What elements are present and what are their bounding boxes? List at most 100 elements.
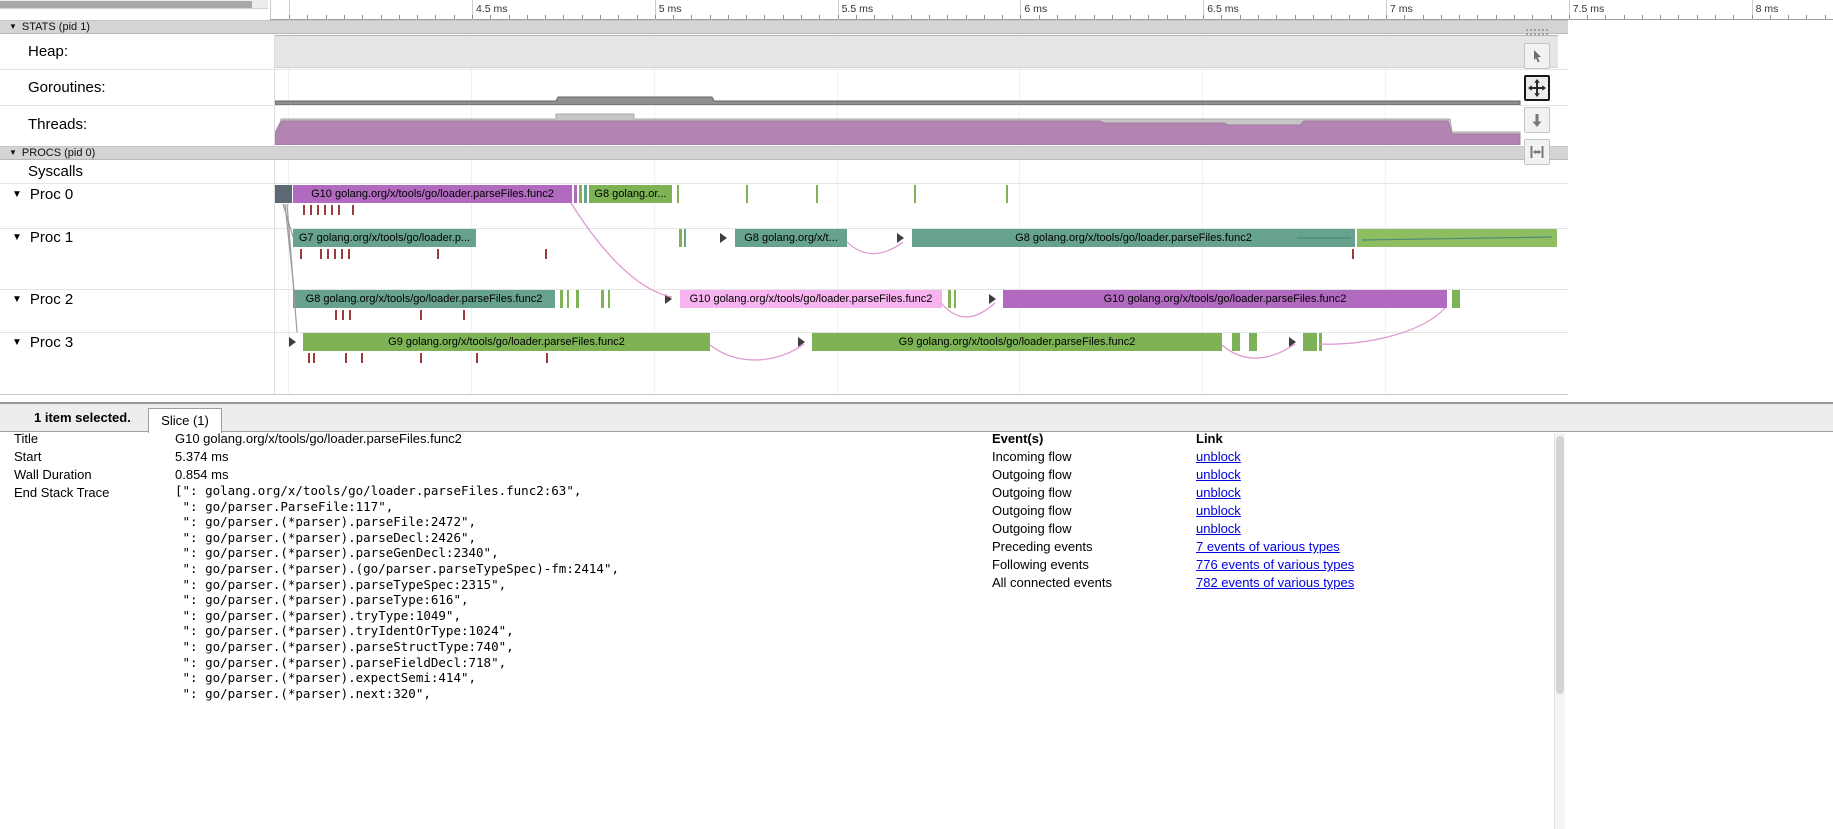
instant-event-tick[interactable]	[420, 353, 422, 363]
trace-slice[interactable]: G9 golang.org/x/tools/go/loader.parseFil…	[812, 333, 1222, 351]
trace-slice[interactable]: G8 golang.org/x/tools/go/loader.parseFil…	[912, 229, 1355, 247]
collapse-triangle-icon[interactable]: ▼	[12, 190, 22, 200]
ruler-minor-tick	[1624, 15, 1625, 19]
ruler-minor-tick	[1605, 15, 1606, 19]
instant-event-tick[interactable]	[361, 353, 363, 363]
trace-slice[interactable]	[574, 185, 577, 203]
trace-slice[interactable]: G10 golang.org/x/tools/go/loader.parseFi…	[1003, 290, 1447, 308]
ruler-minor-tick	[417, 15, 418, 19]
trace-slice[interactable]	[608, 290, 610, 308]
trace-slice[interactable]	[677, 185, 679, 203]
instant-event-tick[interactable]	[317, 205, 319, 215]
instant-event-tick[interactable]	[420, 310, 422, 320]
trace-slice[interactable]	[576, 290, 579, 308]
collapse-triangle-icon[interactable]: ▼	[9, 149, 17, 157]
trace-slice[interactable]: G9 golang.org/x/tools/go/loader.parseFil…	[303, 333, 710, 351]
trace-slice[interactable]	[1303, 333, 1317, 351]
instant-event-tick[interactable]	[308, 353, 310, 363]
trace-slice[interactable]	[1249, 333, 1257, 351]
trace-slice[interactable]	[679, 229, 682, 247]
trace-slice[interactable]	[914, 185, 916, 203]
collapse-triangle-icon[interactable]: ▼	[12, 338, 22, 348]
trace-slice[interactable]	[584, 185, 587, 203]
trace-slice[interactable]	[1232, 333, 1240, 351]
ruler-label: 5.5 ms	[842, 3, 874, 15]
stats-section-header[interactable]: ▼ STATS (pid 1)	[0, 20, 1568, 34]
ruler-label: 6 ms	[1024, 3, 1047, 15]
instant-event-tick[interactable]	[313, 353, 315, 363]
timing-tool-button[interactable]	[1524, 139, 1550, 165]
instant-event-tick[interactable]	[338, 205, 340, 215]
instant-event-tick[interactable]	[349, 310, 351, 320]
trace-slice[interactable]	[684, 229, 686, 247]
ruler-minor-tick	[1514, 15, 1515, 19]
instant-event-tick[interactable]	[476, 353, 478, 363]
trace-slice[interactable]	[1357, 229, 1557, 247]
trace-slice[interactable]	[954, 290, 956, 308]
ruler-minor-tick	[563, 15, 564, 19]
ruler-minor-tick	[490, 15, 491, 19]
instant-event-tick[interactable]	[546, 353, 548, 363]
selection-tool-button[interactable]	[1524, 43, 1550, 69]
instant-event-tick[interactable]	[320, 249, 322, 259]
trace-slice[interactable]: G8 golang.or...	[589, 185, 672, 203]
instant-event-tick[interactable]	[463, 310, 465, 320]
instant-event-tick[interactable]	[348, 249, 350, 259]
instant-event-tick[interactable]	[324, 205, 326, 215]
trace-slice[interactable]	[1006, 185, 1008, 203]
instant-event-tick[interactable]	[310, 205, 312, 215]
ruler-minor-tick	[892, 15, 893, 19]
ruler-minor-tick	[856, 15, 857, 19]
flow-arrowhead-icon	[989, 294, 996, 304]
trace-slice[interactable]	[948, 290, 951, 308]
trace-slice[interactable]	[1452, 290, 1460, 308]
pan-tool-button[interactable]	[1524, 75, 1550, 101]
ruler-minor-tick	[1002, 15, 1003, 19]
trace-slice[interactable]	[579, 185, 582, 203]
instant-event-tick[interactable]	[352, 205, 354, 215]
instant-event-tick[interactable]	[437, 249, 439, 259]
instant-event-tick[interactable]	[300, 249, 302, 259]
trace-slice[interactable]	[601, 290, 604, 308]
instant-event-tick[interactable]	[335, 310, 337, 320]
procs-section-header[interactable]: ▼ PROCS (pid 0)	[0, 146, 1568, 160]
trace-slice[interactable]	[746, 185, 748, 203]
collapse-triangle-icon[interactable]: ▼	[12, 295, 22, 305]
flow-arrowhead-icon	[720, 233, 727, 243]
collapse-triangle-icon[interactable]: ▼	[12, 233, 22, 243]
trace-slice[interactable]	[567, 290, 569, 308]
zoom-tool-button[interactable]	[1524, 107, 1550, 133]
horizontal-scrollbar-thumb[interactable]	[0, 1, 252, 8]
ruler-label: 4.5 ms	[476, 3, 508, 15]
trace-slice[interactable]: G7 golang.org/x/tools/go/loader.p...	[293, 229, 476, 247]
trace-slice[interactable]: G8 golang.org/x/t...	[735, 229, 847, 247]
instant-event-tick[interactable]	[341, 249, 343, 259]
ruler-minor-tick	[545, 15, 546, 19]
ruler-minor-tick	[1404, 15, 1405, 19]
trace-slice[interactable]: G10 golang.org/x/tools/go/loader.parseFi…	[680, 290, 942, 308]
horizontal-scrollbar[interactable]	[0, 0, 268, 9]
instant-event-tick[interactable]	[345, 353, 347, 363]
ruler-minor-tick	[509, 15, 510, 19]
trace-slice[interactable]: G8 golang.org/x/tools/go/loader.parseFil…	[293, 290, 555, 308]
trace-slice[interactable]	[816, 185, 818, 203]
instant-event-tick[interactable]	[545, 249, 547, 259]
ruler-minor-tick	[1642, 15, 1643, 19]
trace-slice[interactable]: G10 golang.org/x/tools/go/loader.parseFi…	[293, 185, 572, 203]
row-label-proc2: ▼ Proc 2	[12, 291, 73, 308]
slice-label: G9 golang.org/x/tools/go/loader.parseFil…	[303, 333, 710, 351]
row-label-proc0: ▼ Proc 0	[12, 186, 73, 203]
trace-slice[interactable]	[1319, 333, 1322, 351]
instant-event-tick[interactable]	[303, 205, 305, 215]
ruler-minor-tick	[1112, 15, 1113, 19]
instant-event-tick[interactable]	[331, 205, 333, 215]
instant-event-tick[interactable]	[327, 249, 329, 259]
tab-slice[interactable]: Slice (1)	[148, 408, 222, 433]
toolbar-grip[interactable]	[1525, 27, 1549, 36]
trace-slice[interactable]	[560, 290, 563, 308]
instant-event-tick[interactable]	[342, 310, 344, 320]
collapse-triangle-icon[interactable]: ▼	[9, 23, 17, 31]
instant-event-tick[interactable]	[1352, 249, 1354, 259]
instant-event-tick[interactable]	[334, 249, 336, 259]
trace-slice[interactable]	[275, 185, 292, 203]
